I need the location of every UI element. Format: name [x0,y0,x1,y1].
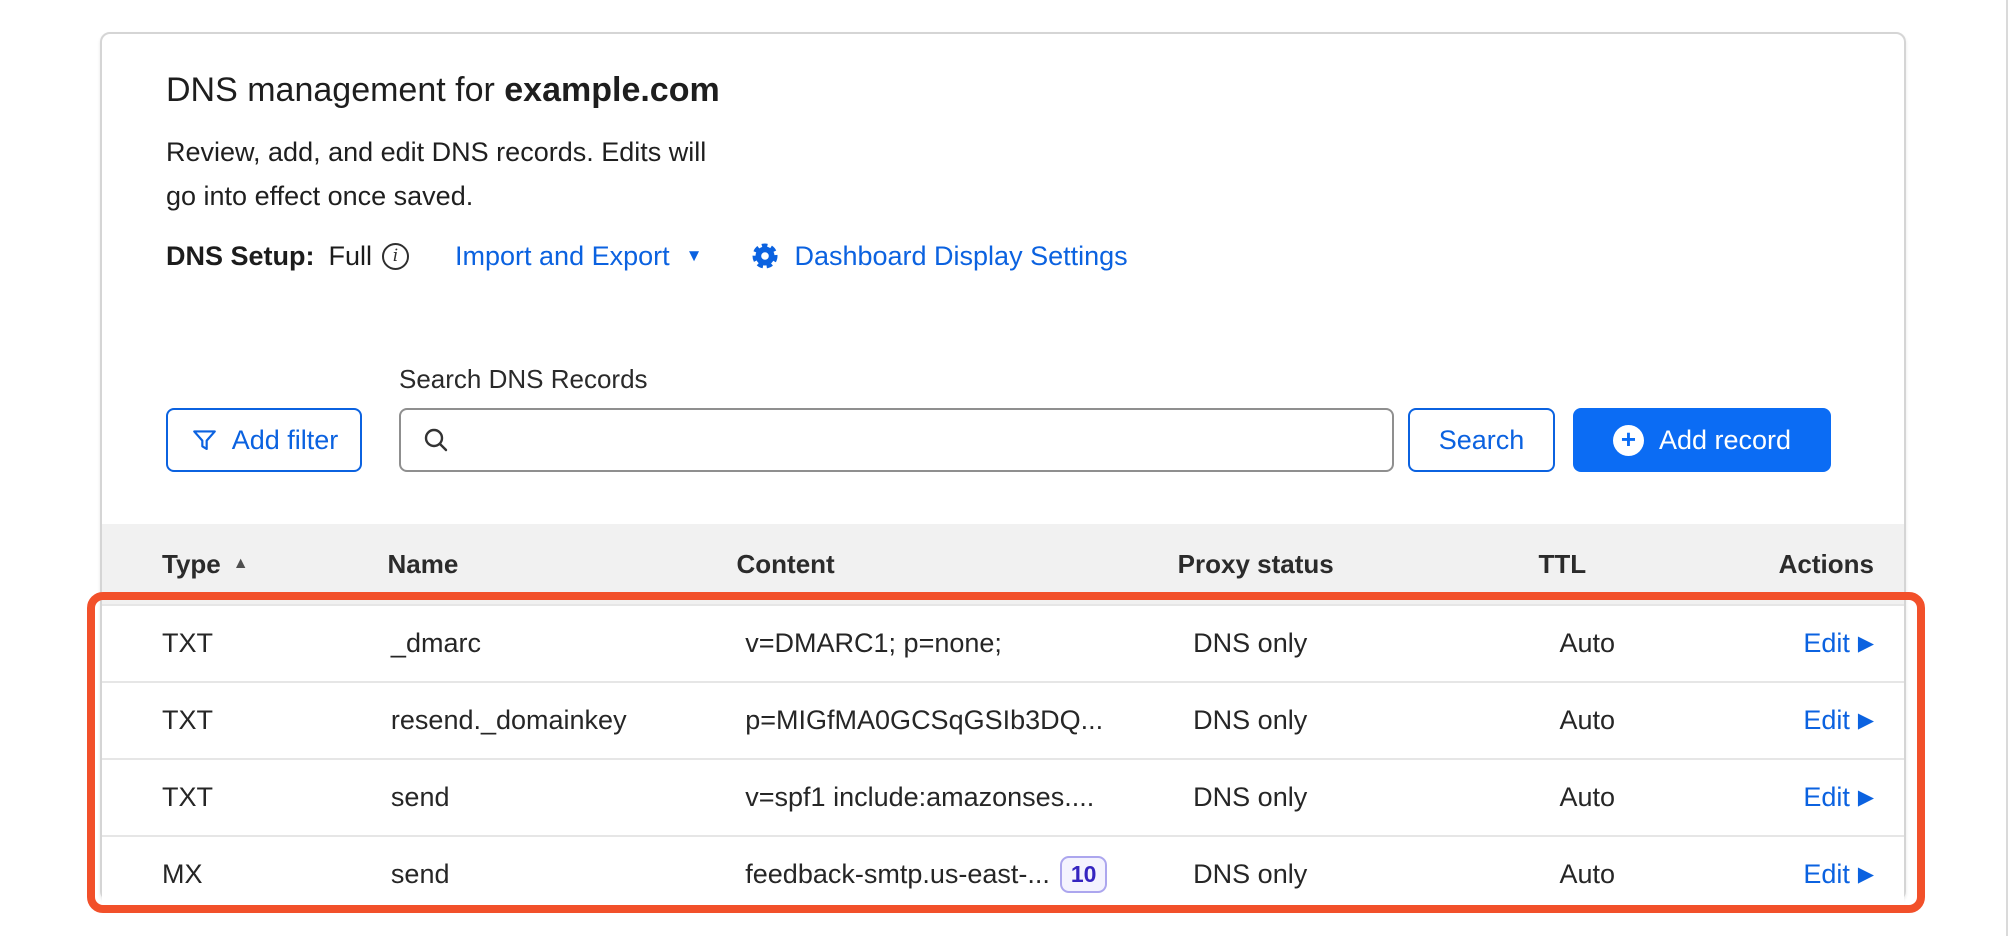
chevron-right-icon: ▶ [1858,785,1874,810]
column-header-content: Content [737,549,1178,580]
dns-management-card: DNS management for example.com Review, a… [100,32,1906,901]
import-export-label: Import and Export [455,241,670,272]
edit-label: Edit [1803,628,1850,659]
page-description-line2: go into effect once saved. [166,174,846,218]
search-box [399,408,1394,472]
add-filter-label: Add filter [232,425,339,456]
cell-type: TXT [102,705,391,736]
cell-proxy-status: DNS only [1193,782,1559,813]
chevron-right-icon: ▶ [1858,862,1874,887]
search-field-group: Search DNS Records [399,364,1394,472]
page-title: DNS management for example.com [166,70,1840,110]
gear-icon [750,241,780,271]
cell-type: TXT [102,782,391,813]
dns-toolbar: Add filter Search DNS Records Search [102,364,1904,472]
cell-proxy-status: DNS only [1193,705,1559,736]
add-filter-button[interactable]: Add filter [166,408,362,472]
cell-name: send [391,782,745,813]
filter-funnel-icon [190,426,219,455]
mx-priority-badge: 10 [1060,856,1108,893]
search-input[interactable] [463,411,1392,469]
info-icon[interactable]: i [382,243,409,270]
cell-content: p=MIGfMA0GCSqGSIb3DQ... [745,705,1193,736]
page-description: Review, add, and edit DNS records. Edits… [166,130,846,218]
page-title-domain: example.com [504,71,719,109]
dns-records-table: Type ▲ Name Content Proxy status TTL Act… [102,524,1904,912]
edit-label: Edit [1803,782,1850,813]
cell-ttl: Auto [1559,628,1803,659]
cell-type: MX [102,859,391,890]
viewport-right-edge-line [2006,0,2008,936]
sort-ascending-icon: ▲ [233,555,249,573]
search-button-label: Search [1439,425,1525,456]
cell-ttl: Auto [1559,705,1803,736]
dashboard-display-settings-link[interactable]: Dashboard Display Settings [750,241,1127,272]
cell-name: _dmarc [391,628,745,659]
cell-content: feedback-smtp.us-east-... 10 [745,856,1193,893]
edit-record-button[interactable]: Edit ▶ [1803,628,1874,659]
column-header-name: Name [387,549,736,580]
table-row-mx: MX send feedback-smtp.us-east-... 10 DNS… [102,835,1904,912]
edit-record-button[interactable]: Edit ▶ [1803,705,1874,736]
dns-setup-row: DNS Setup: Full i Import and Export ▼ [166,238,1840,274]
page-description-line1: Review, add, and edit DNS records. Edits… [166,130,846,174]
edit-record-button[interactable]: Edit ▶ [1803,782,1874,813]
table-header-row: Type ▲ Name Content Proxy status TTL Act… [102,524,1904,604]
chevron-down-icon: ▼ [686,246,703,266]
dashboard-display-settings-label: Dashboard Display Settings [794,241,1127,272]
column-header-type-label: Type [162,549,221,580]
edit-label: Edit [1803,705,1850,736]
column-header-actions: Actions [1779,549,1904,580]
cell-name: send [391,859,745,890]
edit-label: Edit [1803,859,1850,890]
add-record-label: Add record [1659,425,1791,456]
cell-ttl: Auto [1559,782,1803,813]
cell-proxy-status: DNS only [1193,859,1559,890]
chevron-right-icon: ▶ [1858,708,1874,733]
add-record-button[interactable]: + Add record [1573,408,1831,472]
table-row-spf: TXT send v=spf1 include:amazonses.... DN… [102,758,1904,835]
search-icon [421,425,451,455]
cell-content-text: feedback-smtp.us-east-... [745,859,1050,890]
table-row-domainkey: TXT resend._domainkey p=MIGfMA0GCSqGSIb3… [102,681,1904,758]
page-title-prefix: DNS management for [166,71,504,109]
cell-type: TXT [102,628,391,659]
dns-setup-label: DNS Setup: [166,241,315,272]
cell-proxy-status: DNS only [1193,628,1559,659]
cell-ttl: Auto [1559,859,1803,890]
import-export-link[interactable]: Import and Export ▼ [455,241,702,272]
chevron-right-icon: ▶ [1858,631,1874,656]
search-field-label: Search DNS Records [399,364,1394,395]
edit-record-button[interactable]: Edit ▶ [1803,859,1874,890]
table-row-dmarc: TXT _dmarc v=DMARC1; p=none; DNS only Au… [102,604,1904,681]
dns-setup-value: Full [329,241,373,272]
cell-name: resend._domainkey [391,705,745,736]
column-header-type[interactable]: Type ▲ [102,549,387,580]
column-header-ttl: TTL [1538,549,1778,580]
cell-content: v=DMARC1; p=none; [745,628,1193,659]
column-header-proxy-status: Proxy status [1178,549,1539,580]
cell-content: v=spf1 include:amazonses.... [745,782,1193,813]
search-button[interactable]: Search [1408,408,1555,472]
plus-circle-icon: + [1613,425,1644,456]
